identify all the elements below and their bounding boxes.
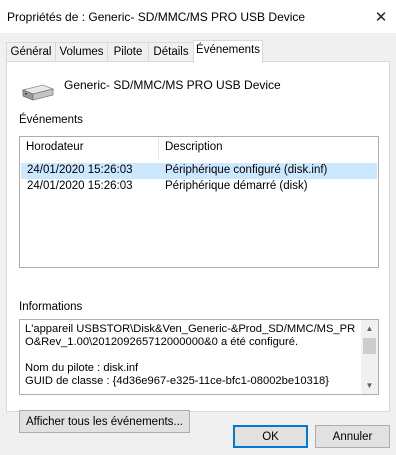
tab-general[interactable]: Général <box>6 42 56 62</box>
tab-label: Détails <box>153 46 189 58</box>
show-all-events-button[interactable]: Afficher tous les événements... <box>19 410 190 433</box>
scrollbar-thumb[interactable] <box>363 338 376 354</box>
row-timestamp: 24/01/2020 15:26:03 <box>27 164 133 176</box>
information-driver-name: Nom du pilote : disk.inf <box>25 362 139 374</box>
dialog-body: Général Volumes Pilote Détails Événement… <box>0 33 396 455</box>
row-timestamp: 24/01/2020 15:26:03 <box>27 180 133 192</box>
information-paragraph: L'appareil USBSTOR\Disk&Ven_Generic-&Pro… <box>25 323 356 348</box>
tab-label: Général <box>10 46 52 58</box>
button-label: Afficher tous les événements... <box>25 415 184 428</box>
tab-driver[interactable]: Pilote <box>107 42 149 62</box>
button-label: OK <box>262 430 279 443</box>
column-header-timestamp[interactable]: Horodateur <box>20 137 159 159</box>
tab-volumes[interactable]: Volumes <box>55 42 108 62</box>
tab-events[interactable]: Événements <box>193 40 263 63</box>
tab-details[interactable]: Détails <box>148 42 194 62</box>
row-description: Périphérique démarré (disk) <box>165 180 308 192</box>
information-text: L'appareil USBSTOR\Disk&Ven_Generic-&Pro… <box>25 323 358 388</box>
events-table[interactable]: Horodateur Description 24/01/2020 15:26:… <box>19 136 379 268</box>
information-section-label: Informations <box>19 301 83 313</box>
tab-label: Volumes <box>59 46 104 58</box>
table-row[interactable]: 24/01/2020 15:26:03 Périphérique démarré… <box>21 179 377 195</box>
title-bar: Propriétés de : Generic- SD/MMC/MS PRO U… <box>0 0 396 33</box>
device-name: Generic- SD/MMC/MS PRO USB Device <box>64 78 281 92</box>
button-label: Annuler <box>332 430 373 443</box>
usb-drive-icon <box>21 84 55 101</box>
cancel-button[interactable]: Annuler <box>315 425 390 448</box>
events-tab-panel: Generic- SD/MMC/MS PRO USB Device Événem… <box>6 61 390 433</box>
scroll-down-icon[interactable]: ▼ <box>361 377 378 394</box>
information-class-guid: GUID de classe : {4d36e967-e325-11ce-bfc… <box>25 375 329 387</box>
information-textbox[interactable]: L'appareil USBSTOR\Disk&Ven_Generic-&Pro… <box>19 319 379 395</box>
events-section-label: Événements <box>19 114 83 126</box>
vertical-scrollbar[interactable]: ▲ ▼ <box>361 320 378 394</box>
close-icon: ✕ <box>374 8 388 26</box>
scroll-up-icon[interactable]: ▲ <box>361 320 378 337</box>
close-button[interactable]: ✕ <box>366 2 396 31</box>
column-header-description[interactable]: Description <box>159 137 378 159</box>
row-description: Périphérique configuré (disk.inf) <box>165 164 328 176</box>
table-row[interactable]: 24/01/2020 15:26:03 Périphérique configu… <box>21 163 377 179</box>
tab-label: Pilote <box>113 46 143 58</box>
column-header-label: Horodateur <box>26 141 84 153</box>
tab-label: Événements <box>196 44 260 56</box>
column-header-label: Description <box>165 141 223 153</box>
window-title: Propriétés de : Generic- SD/MMC/MS PRO U… <box>7 10 306 24</box>
ok-button[interactable]: OK <box>233 425 308 448</box>
